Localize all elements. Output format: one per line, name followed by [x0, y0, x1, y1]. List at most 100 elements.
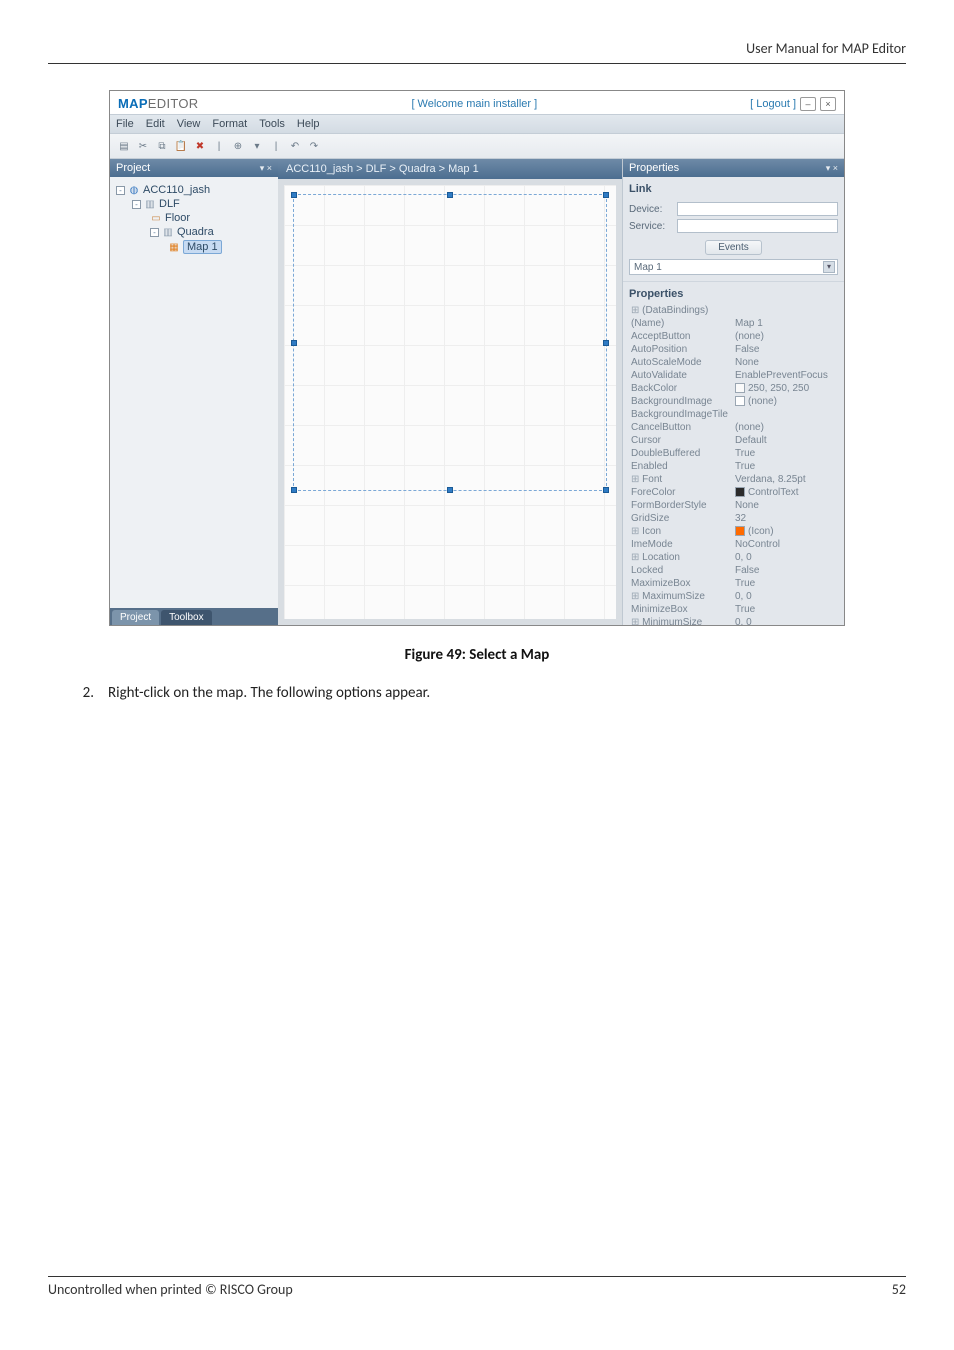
- property-row[interactable]: MaximizeBoxTrue: [623, 577, 844, 590]
- expander-icon[interactable]: -: [132, 200, 141, 209]
- cut-icon[interactable]: ✂: [135, 138, 151, 154]
- resize-handle[interactable]: [447, 192, 453, 198]
- resize-handle[interactable]: [447, 487, 453, 493]
- tab-toolbox[interactable]: Toolbox: [161, 610, 211, 625]
- property-row[interactable]: CursorDefault: [623, 434, 844, 447]
- project-tree[interactable]: - ACC110_jash - DLF Floor -: [110, 177, 278, 608]
- property-row[interactable]: BackgroundImageTile: [623, 408, 844, 421]
- tree-root[interactable]: - ACC110_jash: [114, 183, 274, 197]
- resize-handle[interactable]: [291, 340, 297, 346]
- tree-map-selected[interactable]: Map 1: [114, 239, 274, 255]
- property-value: Map 1: [735, 318, 840, 329]
- panel-pin-close[interactable]: ▾ ×: [260, 163, 272, 174]
- menu-edit[interactable]: Edit: [146, 118, 165, 130]
- property-row[interactable]: Location0, 0: [623, 551, 844, 564]
- property-name: MaximizeBox: [631, 578, 735, 589]
- property-name: AcceptButton: [631, 331, 735, 342]
- property-row[interactable]: GridSize32: [623, 512, 844, 525]
- window-minimize-button[interactable]: –: [800, 97, 816, 111]
- property-name: BackgroundImage: [631, 396, 735, 407]
- menu-view[interactable]: View: [177, 118, 201, 130]
- copy-icon[interactable]: ⧉: [154, 138, 170, 154]
- property-name: DoubleBuffered: [631, 448, 735, 459]
- color-swatch-icon: [735, 487, 745, 497]
- project-panel-title: Project: [116, 162, 150, 174]
- events-button[interactable]: Events: [705, 240, 762, 255]
- property-row[interactable]: LockedFalse: [623, 564, 844, 577]
- properties-panel-title: Properties: [629, 162, 679, 174]
- property-value: (none): [735, 396, 840, 407]
- resize-handle[interactable]: [603, 487, 609, 493]
- toolbar-icon[interactable]: ▤: [116, 138, 132, 154]
- property-row[interactable]: AutoValidateEnablePreventFocus: [623, 369, 844, 382]
- properties-grid[interactable]: (DataBindings)(Name)Map 1AcceptButton(no…: [623, 304, 844, 625]
- property-row[interactable]: BackColor250, 250, 250: [623, 382, 844, 395]
- property-row[interactable]: DoubleBufferedTrue: [623, 447, 844, 460]
- property-row[interactable]: FormBorderStyleNone: [623, 499, 844, 512]
- chevron-down-icon[interactable]: ▾: [823, 261, 835, 273]
- property-name: CancelButton: [631, 422, 735, 433]
- dropdown-icon[interactable]: ▾: [249, 138, 265, 154]
- resize-handle[interactable]: [291, 487, 297, 493]
- expander-icon[interactable]: -: [116, 186, 125, 195]
- properties-panel: Properties ▾ × Link Device: Service: Eve…: [622, 159, 844, 625]
- tree-floor[interactable]: Floor: [114, 211, 274, 225]
- service-input[interactable]: [677, 219, 838, 233]
- panel-pin-close[interactable]: ▾ ×: [826, 163, 838, 174]
- tree-subbuilding[interactable]: - Quadra: [114, 225, 274, 239]
- logo-part-b: EDITOR: [148, 96, 199, 111]
- delete-icon[interactable]: ✖: [192, 138, 208, 154]
- object-selector[interactable]: Map 1 ▾: [629, 259, 838, 275]
- zoom-icon[interactable]: ⊕: [230, 138, 246, 154]
- property-name: MinimumSize: [631, 617, 735, 625]
- menu-file[interactable]: File: [116, 118, 134, 130]
- tab-project[interactable]: Project: [112, 610, 159, 625]
- building-icon: [162, 226, 174, 238]
- menu-tools[interactable]: Tools: [259, 118, 285, 130]
- undo-icon[interactable]: ↶: [287, 138, 303, 154]
- resize-handle[interactable]: [291, 192, 297, 198]
- device-input[interactable]: [677, 202, 838, 216]
- property-value: 0, 0: [735, 617, 840, 625]
- property-row[interactable]: AcceptButton(none): [623, 330, 844, 343]
- property-row[interactable]: MinimumSize0, 0: [623, 616, 844, 625]
- property-value: True: [735, 461, 840, 472]
- color-swatch-icon: [735, 383, 745, 393]
- property-row[interactable]: CancelButton(none): [623, 421, 844, 434]
- step-text: Right-click on the map. The following op…: [108, 684, 430, 702]
- page-footer: Uncontrolled when printed © RISCO Group …: [48, 1276, 906, 1298]
- expander-icon[interactable]: -: [150, 228, 159, 237]
- resize-handle[interactable]: [603, 192, 609, 198]
- property-row[interactable]: AutoPositionFalse: [623, 343, 844, 356]
- device-row: Device:: [629, 202, 838, 216]
- redo-icon[interactable]: ↷: [306, 138, 322, 154]
- property-row[interactable]: ForeColorControlText: [623, 486, 844, 499]
- property-row[interactable]: AutoScaleModeNone: [623, 356, 844, 369]
- toolbar-sep: |: [211, 138, 227, 154]
- tree-label: DLF: [159, 198, 180, 210]
- logout-link[interactable]: [ Logout ]: [750, 98, 796, 110]
- paste-icon[interactable]: 📋: [173, 138, 189, 154]
- menu-help[interactable]: Help: [297, 118, 320, 130]
- property-name: MaximumSize: [631, 591, 735, 602]
- property-row[interactable]: BackgroundImage(none): [623, 395, 844, 408]
- property-row[interactable]: (DataBindings): [623, 304, 844, 317]
- menu-format[interactable]: Format: [212, 118, 247, 130]
- window-close-button[interactable]: ×: [820, 97, 836, 111]
- tree-building[interactable]: - DLF: [114, 197, 274, 211]
- property-name: BackColor: [631, 383, 735, 394]
- footer-left: Uncontrolled when printed © RISCO Group: [48, 1281, 293, 1298]
- property-row[interactable]: FontVerdana, 8.25pt: [623, 473, 844, 486]
- property-row[interactable]: EnabledTrue: [623, 460, 844, 473]
- resize-handle[interactable]: [603, 340, 609, 346]
- property-row[interactable]: MinimizeBoxTrue: [623, 603, 844, 616]
- property-value: 0, 0: [735, 552, 840, 563]
- property-name: ImeMode: [631, 539, 735, 550]
- selection-outline: [293, 194, 607, 491]
- property-row[interactable]: ImeModeNoControl: [623, 538, 844, 551]
- property-row[interactable]: MaximumSize0, 0: [623, 590, 844, 603]
- property-row[interactable]: Icon(Icon): [623, 525, 844, 538]
- property-value: None: [735, 500, 840, 511]
- map-canvas[interactable]: [284, 185, 616, 619]
- property-row[interactable]: (Name)Map 1: [623, 317, 844, 330]
